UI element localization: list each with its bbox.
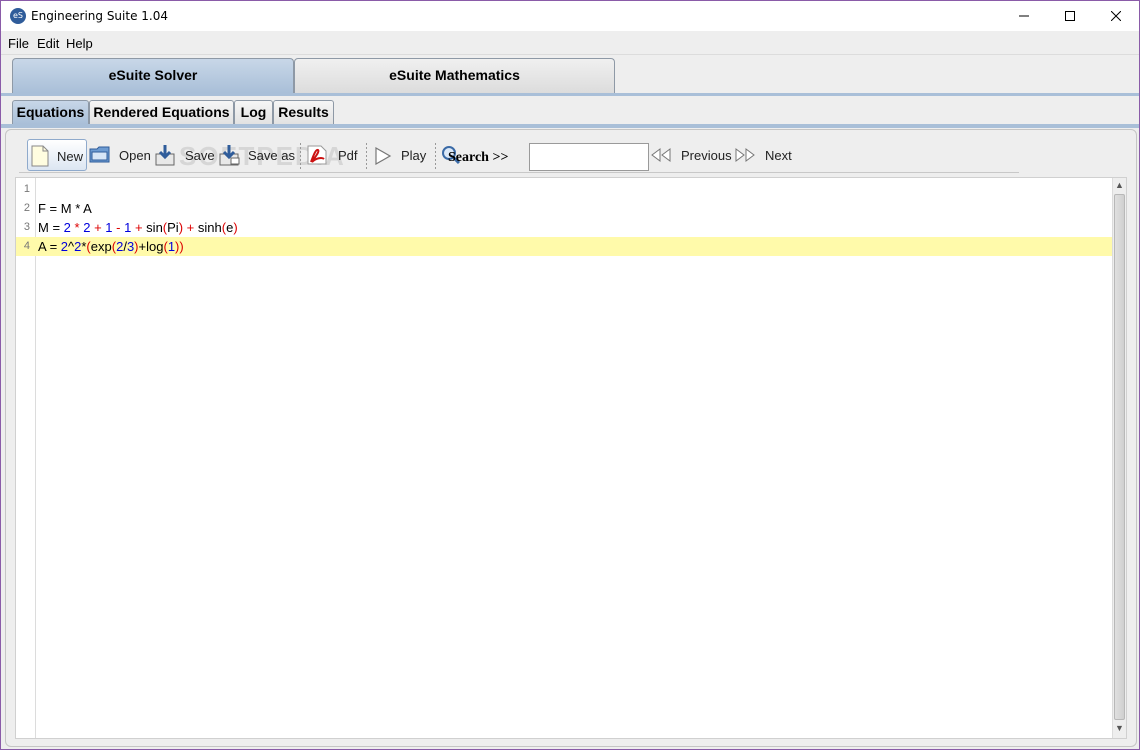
editor-line[interactable]: 1 — [16, 180, 1112, 199]
line-number: 2 — [23, 202, 30, 214]
close-button[interactable] — [1093, 1, 1139, 31]
editor-line-current[interactable]: 4 A = 2^2*(exp(2/3)+log(1)) — [16, 237, 1112, 256]
menu-edit[interactable]: Edit — [37, 36, 59, 51]
menu-bar: File Edit Help — [1, 31, 1139, 55]
play-icon — [375, 147, 392, 165]
pdf-button[interactable]: Pdf — [306, 139, 362, 171]
maximize-button[interactable] — [1047, 1, 1093, 31]
line-code: F = M * A — [38, 201, 92, 216]
line-code: M = 2 * 2 + 1 - 1 + sin(Pi) + sinh(e) — [38, 220, 238, 235]
toolbar-separator — [300, 143, 301, 169]
maximize-icon — [1065, 11, 1075, 21]
close-icon — [1111, 11, 1121, 21]
next-label: Next — [765, 148, 792, 163]
equation-editor[interactable]: 1 2 F = M * A 3 M = 2 * 2 + 1 - 1 + sin(… — [15, 177, 1127, 739]
menu-file[interactable]: File — [8, 36, 29, 51]
tab-equations[interactable]: Equations — [12, 100, 89, 124]
editor-line[interactable]: 3 M = 2 * 2 + 1 - 1 + sin(Pi) + sinh(e) — [16, 218, 1112, 237]
save-icon — [155, 145, 175, 166]
save-as-icon — [219, 145, 240, 166]
line-number: 3 — [23, 221, 30, 233]
app-logo-icon: eS — [10, 8, 26, 24]
window-title: Engineering Suite 1.04 — [31, 9, 168, 23]
pdf-label: Pdf — [338, 148, 358, 163]
previous-button[interactable]: Previous — [650, 139, 736, 171]
open-button[interactable]: Open — [89, 139, 151, 171]
title-bar: eS Engineering Suite 1.04 — [1, 1, 1139, 31]
tab-esuite-mathematics[interactable]: eSuite Mathematics — [294, 58, 615, 93]
fast-forward-icon — [735, 148, 755, 162]
line-number: 1 — [23, 183, 30, 195]
play-button[interactable]: Play — [372, 139, 432, 171]
editor-line[interactable]: 2 F = M * A — [16, 199, 1112, 218]
minimize-button[interactable] — [1001, 1, 1047, 31]
save-button[interactable]: Save — [153, 139, 215, 171]
save-label: Save — [185, 148, 215, 163]
previous-label: Previous — [681, 148, 732, 163]
toolbar-separator — [435, 143, 436, 169]
tab-rendered-equations[interactable]: Rendered Equations — [89, 100, 234, 124]
tab-esuite-solver[interactable]: eSuite Solver — [12, 58, 294, 93]
toolbar: New Open Save Save as Pdf Play Previous … — [19, 139, 1019, 173]
new-button[interactable]: New — [27, 139, 87, 171]
play-label: Play — [401, 148, 427, 163]
line-number: 4 — [23, 240, 30, 252]
save-as-button[interactable]: Save as — [217, 139, 297, 171]
new-label: New — [57, 149, 84, 164]
next-button[interactable]: Next — [734, 139, 796, 171]
new-file-icon — [31, 145, 49, 167]
main-tab-bar: eSuite Solver eSuite Mathematics — [1, 55, 1139, 93]
minimize-icon — [1019, 15, 1029, 17]
vertical-scrollbar[interactable]: ▲ ▼ — [1112, 178, 1126, 738]
open-folder-icon — [89, 146, 110, 163]
menu-help[interactable]: Help — [66, 36, 93, 51]
sub-tab-underline — [1, 124, 1139, 128]
scroll-down-icon[interactable]: ▼ — [1115, 723, 1124, 733]
toolbar-separator — [366, 143, 367, 169]
scrollbar-thumb[interactable] — [1114, 194, 1125, 720]
open-label: Open — [119, 148, 151, 163]
app-window: eS Engineering Suite 1.04 File Edit Help… — [0, 0, 1140, 750]
search-label[interactable]: Search >> — [448, 150, 508, 166]
scroll-up-icon[interactable]: ▲ — [1115, 180, 1124, 190]
tab-results[interactable]: Results — [273, 100, 334, 124]
save-as-label: Save as — [248, 148, 295, 163]
rewind-icon — [651, 148, 671, 162]
pdf-icon — [307, 145, 327, 165]
line-number-gutter — [16, 178, 36, 738]
line-code: A = 2^2*(exp(2/3)+log(1)) — [38, 239, 184, 254]
search-input[interactable] — [529, 143, 649, 171]
tab-log[interactable]: Log — [234, 100, 273, 124]
